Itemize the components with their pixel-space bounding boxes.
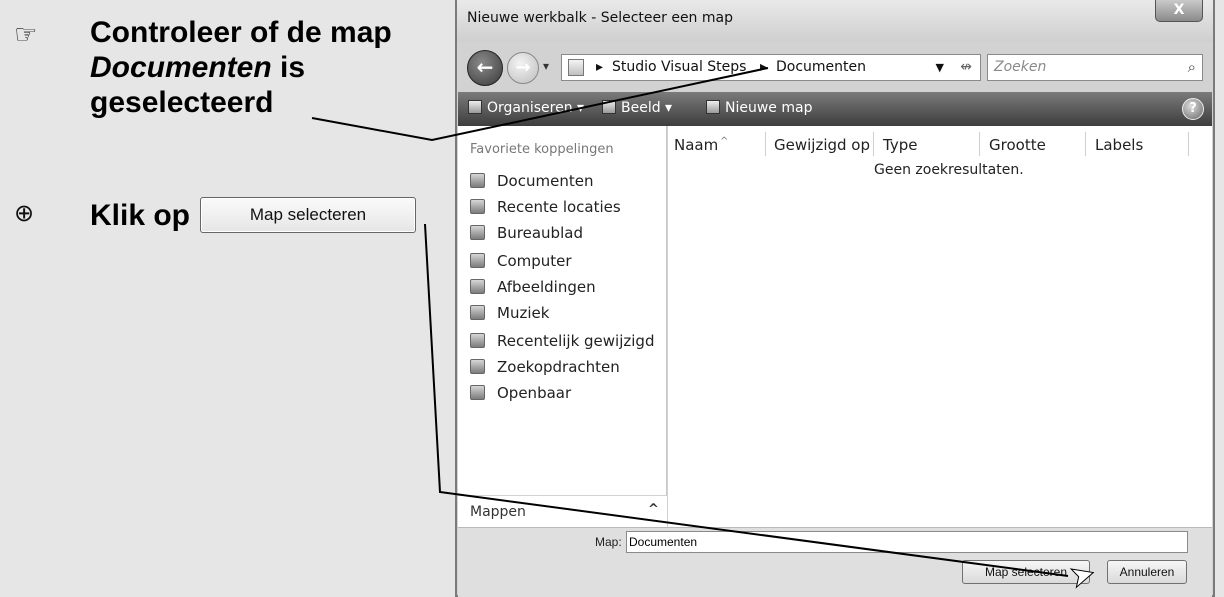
select-folder-dialog: Nieuwe werkbalk - Selecteer een map X ← … — [455, 0, 1215, 597]
favorite-item-label: Recente locaties — [497, 198, 621, 216]
sort-ascending-icon: ^ — [720, 136, 729, 147]
search-icon[interactable]: ⌕ — [1188, 55, 1196, 80]
instruction-step2-text: Klik op — [90, 199, 191, 232]
favorite-item-zoekopdrachten[interactable]: Zoekopdrachten — [470, 358, 620, 380]
cancel-button[interactable]: Annuleren — [1107, 560, 1187, 584]
public-folder-icon — [470, 385, 485, 400]
desktop-icon — [470, 225, 485, 240]
computer-icon — [470, 253, 485, 268]
favorite-item-label: Documenten — [497, 172, 594, 190]
favorites-header: Favoriete koppelingen — [470, 142, 614, 157]
column-divider[interactable] — [979, 132, 980, 156]
instruction-folder-name: Documenten — [90, 51, 272, 84]
folders-label: Mappen — [470, 504, 526, 520]
instruction-step1-line2-rest: is — [271, 51, 306, 84]
organize-menu[interactable]: Organiseren ▾ — [468, 100, 584, 116]
recently-changed-icon — [470, 333, 485, 348]
file-list: Naam ^ Gewijzigd op Type Grootte Labels G… — [668, 126, 1212, 527]
favorite-item-muziek[interactable]: Muziek — [470, 304, 549, 326]
favorite-item-label: Afbeeldingen — [497, 278, 596, 296]
address-bar[interactable]: ▸ Studio Visual Steps ▸ Documenten ▼ ↮ — [561, 54, 981, 81]
history-dropdown-icon[interactable]: ▾ — [543, 59, 549, 73]
folder-field[interactable]: Documenten — [626, 531, 1188, 553]
column-header-gewijzigd-op[interactable]: Gewijzigd op — [774, 136, 870, 156]
instruction-step1: Controleer of de map Documenten is gesel… — [90, 15, 392, 120]
favorite-item-bureaublad[interactable]: Bureaublad — [470, 224, 583, 246]
favorite-item-label: Bureaublad — [497, 224, 583, 242]
folder-icon — [568, 59, 584, 76]
forward-button[interactable]: → — [507, 52, 539, 84]
title-bar: Nieuwe werkbalk - Selecteer een map X — [457, 0, 1213, 42]
column-divider[interactable] — [873, 132, 874, 156]
dialog-footer: Map: Documenten Map selecteren Annuleren… — [458, 527, 1212, 597]
command-toolbar: Organiseren ▾ Beeld ▾ Nieuwe map ? — [458, 92, 1212, 126]
column-header-grootte[interactable]: Grootte — [989, 136, 1046, 156]
address-dropdown-icon[interactable]: ▼ — [936, 55, 944, 80]
favorite-item-recente-locaties[interactable]: Recente locaties — [470, 198, 621, 220]
favorite-item-documenten[interactable]: Documenten — [470, 172, 593, 194]
mouse-icon: ⊕ — [14, 199, 35, 227]
help-button[interactable]: ? — [1182, 98, 1204, 120]
instruction-step1-line3: geselecteerd — [90, 86, 274, 119]
column-header-type[interactable]: Type — [883, 136, 917, 156]
instruction-step1-line1: Controleer of de map — [90, 16, 392, 49]
searches-icon — [470, 359, 485, 374]
search-box[interactable]: Zoeken ⌕ — [987, 54, 1203, 81]
folder-field-label: Map: — [595, 535, 622, 549]
column-divider[interactable] — [1085, 132, 1086, 156]
empty-results-message: Geen zoekresultaten. — [874, 162, 1024, 178]
column-header-naam[interactable]: Naam ^ — [674, 136, 728, 156]
favorite-item-label: Openbaar — [497, 384, 572, 402]
new-folder-label: Nieuwe map — [725, 100, 813, 116]
column-header-label: Naam — [674, 136, 719, 154]
favorite-item-afbeeldingen[interactable]: Afbeeldingen — [470, 278, 596, 300]
mouse-pointer-icon: ➤ — [1065, 555, 1100, 597]
navigation-bar: ← → ▾ ▸ Studio Visual Steps ▸ Documenten… — [457, 42, 1213, 92]
breadcrumb-separator-icon[interactable]: ▸ — [760, 55, 767, 80]
breadcrumb-separator-icon[interactable]: ▸ — [596, 55, 603, 80]
pointing-hand-icon: ☞ — [14, 20, 38, 50]
organize-icon — [468, 100, 482, 114]
column-divider[interactable] — [1188, 132, 1189, 156]
instruction-panel: ☞ Controleer of de map Documenten is ges… — [0, 0, 448, 597]
organize-label: Organiseren — [487, 100, 573, 116]
view-menu[interactable]: Beeld ▾ — [602, 100, 672, 116]
navigation-pane: Favoriete koppelingen Documenten Recente… — [458, 126, 667, 527]
folders-toggle[interactable]: Mappen ^ — [458, 495, 667, 527]
refresh-icon[interactable]: ↮ — [960, 55, 972, 80]
new-folder-button[interactable]: Nieuwe map — [706, 100, 812, 116]
view-icon — [602, 100, 616, 114]
instruction-step1-line2: Documenten is — [90, 50, 392, 85]
favorite-item-label: Computer — [497, 252, 572, 270]
documents-icon — [470, 173, 485, 188]
favorite-item-label: Recentelijk gewijzigd — [497, 332, 655, 350]
favorite-item-openbaar[interactable]: Openbaar — [470, 384, 571, 406]
favorite-item-label: Zoekopdrachten — [497, 358, 620, 376]
close-button[interactable]: X — [1155, 0, 1203, 22]
recent-places-icon — [470, 199, 485, 214]
favorite-item-label: Muziek — [497, 304, 550, 322]
new-folder-icon — [706, 100, 720, 114]
column-header-labels[interactable]: Labels — [1095, 136, 1143, 156]
breadcrumb-documenten[interactable]: Documenten — [776, 55, 866, 80]
back-button[interactable]: ← — [467, 50, 503, 86]
music-icon — [470, 305, 485, 320]
favorite-item-recentelijk-gewijzigd[interactable]: Recentelijk gewijzigd — [470, 332, 654, 354]
column-divider[interactable] — [765, 132, 766, 156]
reference-select-button: Map selecteren — [200, 197, 416, 233]
favorite-item-computer[interactable]: Computer — [470, 252, 572, 274]
chevron-up-icon: ^ — [648, 502, 659, 517]
search-placeholder: Zoeken — [994, 59, 1047, 75]
dialog-title: Nieuwe werkbalk - Selecteer een map — [467, 10, 733, 26]
view-label: Beeld — [621, 100, 661, 116]
breadcrumb-studio-visual-steps[interactable]: Studio Visual Steps — [612, 55, 746, 80]
pictures-icon — [470, 279, 485, 294]
